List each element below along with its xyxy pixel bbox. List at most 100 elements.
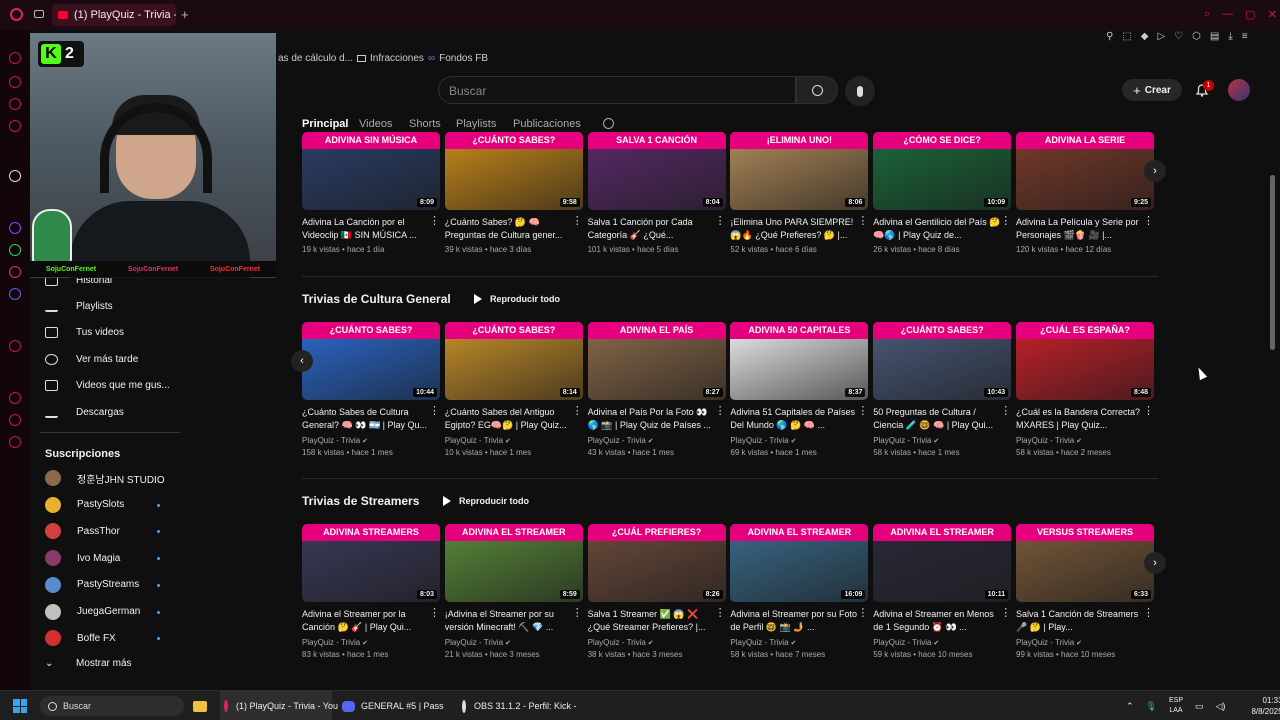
opera-logo-icon[interactable] [10, 8, 23, 21]
speed-dial-icon[interactable] [9, 52, 21, 64]
volume-icon[interactable]: ◁) [1216, 701, 1226, 712]
video-thumbnail[interactable]: ¿CUÁNTO SABES? 8:14 [444, 322, 583, 400]
video-title[interactable]: ¿Cuánto Sabes del Antiguo Egipto? EG🧠🤔 |… [445, 406, 583, 432]
create-button[interactable]: + Crear [1122, 79, 1182, 101]
more-actions-icon[interactable]: ⋮ [429, 404, 440, 417]
sidebar-subscription[interactable]: PastySlots [45, 496, 124, 513]
video-card[interactable]: ADIVINA EL STREAMER 8:59 ¡Adivina el Strea… [444, 524, 583, 659]
video-title[interactable]: Salva 1 Streamer ✅ 😱 ❌ ¿Qué Streamer Pre… [588, 608, 726, 634]
channel-name[interactable]: PlayQuiz - Trivia ✔ [445, 638, 583, 647]
minimize-icon[interactable]: — [1222, 8, 1233, 21]
video-title[interactable]: ¿Cuál es la Bandera Correcta? MXARES | P… [1016, 406, 1154, 432]
play-all-button-streamers[interactable]: Reproducir todo [443, 496, 529, 506]
clock-icon[interactable] [9, 392, 21, 404]
video-thumbnail[interactable]: VERSUS STREAMERS 6:33 [1016, 524, 1154, 602]
channel-name[interactable]: PlayQuiz - Trivia ✔ [873, 436, 1011, 445]
video-thumbnail[interactable]: ¿CUÁNTO SABES? 10:44 [302, 322, 440, 400]
mail-icon[interactable] [9, 120, 21, 132]
video-card[interactable]: SALVA 1 CANCIÓN 8:04 Salva 1 Canción por C… [587, 132, 726, 254]
taskbar-app-discord[interactable]: GENERAL #5 | Pass [342, 691, 454, 720]
channel-name[interactable]: PlayQuiz - Trivia ✔ [873, 638, 1011, 647]
video-thumbnail[interactable]: ADIVINA EL STREAMER 16:09 [730, 524, 869, 602]
video-thumbnail[interactable]: ADIVINA SIN MÚSICA 8:09 [302, 132, 440, 210]
heart-icon[interactable]: ♡ [1174, 31, 1183, 42]
shelf-prev-button[interactable]: ‹ [291, 350, 313, 372]
video-thumbnail[interactable]: SALVA 1 CANCIÓN 8:04 [587, 132, 726, 210]
more-actions-icon[interactable]: ⋮ [1000, 606, 1011, 619]
play-all-button-cultura[interactable]: Reproducir todo [474, 294, 560, 304]
video-card[interactable]: ADIVINA EL PAÍS 8:27 Adivina el País Por l… [587, 322, 726, 457]
video-thumbnail[interactable]: ADIVINA EL PAÍS 8:27 [587, 322, 726, 400]
network-icon[interactable]: ▭ [1195, 701, 1204, 712]
video-card[interactable]: VERSUS STREAMERS 6:33 Salva 1 Canción de S… [1016, 524, 1154, 659]
video-title[interactable]: Adivina el Streamer en Menos de 1 Segund… [873, 608, 1011, 634]
video-title[interactable]: Adivina el Gentilicio del País 🤔🧠🌎 | Pla… [873, 216, 1011, 242]
video-title[interactable]: ¡Elimina Uno PARA SIEMPRE! 😱🔥 ¿Qué Prefi… [730, 216, 868, 242]
video-title[interactable]: Adivina La Canción por el Videoclip 🇲🇽 S… [302, 216, 440, 242]
more-actions-icon[interactable]: ⋮ [572, 214, 583, 227]
more-actions-icon[interactable]: ⋮ [857, 214, 868, 227]
more-actions-icon[interactable]: ⋮ [429, 214, 440, 227]
taskbar-search[interactable]: Buscar [40, 696, 184, 716]
video-title[interactable]: Adivina el Streamer por su Foto de Perfi… [730, 608, 868, 634]
video-title[interactable]: Adivina 51 Capitales de Países Del Mundo… [730, 406, 868, 432]
video-thumbnail[interactable]: ¡ELIMINA UNO! 8:06 [730, 132, 869, 210]
video-thumbnail[interactable]: ¿CUÁNTO SABES? 10:43 [873, 322, 1012, 400]
cube-icon[interactable]: ⬡ [1192, 31, 1201, 42]
more-actions-icon[interactable]: ⋮ [857, 404, 868, 417]
video-card[interactable]: ADIVINA STREAMERS 8:03 Adivina el Streamer… [302, 524, 440, 659]
video-thumbnail[interactable]: ADIVINA LA SERIE 9:25 [1016, 132, 1154, 210]
video-card[interactable]: ¿CUÁNTO SABES? 10:44 ¿Cuánto Sabes de Cult… [302, 322, 440, 457]
sidebar-subscription[interactable]: PastyStreams [45, 576, 139, 593]
chevron-up-icon[interactable]: ⌃ [1126, 701, 1134, 712]
channel-name[interactable]: PlayQuiz - Trivia ✔ [1016, 638, 1154, 647]
history-icon[interactable] [9, 340, 21, 352]
more-actions-icon[interactable]: ⋮ [715, 606, 726, 619]
more-actions-icon[interactable]: ⋮ [572, 606, 583, 619]
more-actions-icon[interactable]: ⋮ [715, 214, 726, 227]
sidebar-subscription[interactable]: PassThor [45, 523, 120, 540]
sidebar-subscription[interactable]: JuegaGerman [45, 603, 140, 620]
more-actions-icon[interactable]: ⋮ [1143, 214, 1154, 227]
video-card[interactable]: ¿CÓMO SE DICE? 10:09 Adivina el Gentilicio… [873, 132, 1012, 254]
more-actions-icon[interactable]: ⋮ [572, 404, 583, 417]
more-actions-icon[interactable]: ⋮ [429, 606, 440, 619]
clock[interactable]: 01:33 8/8/2025 [1251, 695, 1280, 717]
show-more-button[interactable]: ⌄ Mostrar más [45, 658, 132, 669]
sidebar-subscription[interactable]: Boffe FX [45, 630, 116, 647]
snapshot-icon[interactable]: ⬚ [1122, 31, 1131, 42]
active-tab[interactable]: (1) PlayQuiz - Trivia - YouT [52, 4, 176, 26]
video-card[interactable]: ¿CUÁL ES ESPAÑA? 8:48 ¿Cuál es la Bandera … [1016, 322, 1154, 457]
tab-playlists[interactable]: Playlists [456, 118, 496, 130]
messenger-icon[interactable] [9, 98, 21, 110]
more-actions-icon[interactable]: ⋮ [715, 404, 726, 417]
tab-publicaciones[interactable]: Publicaciones [513, 118, 581, 130]
download-icon[interactable]: ⤓ [1228, 31, 1232, 42]
video-card[interactable]: ADIVINA EL STREAMER 10:11 Adivina el Strea… [873, 524, 1012, 659]
video-thumbnail[interactable]: ¿CUÁL PREFIERES? 8:26 [587, 524, 726, 602]
tiktok-icon[interactable] [9, 170, 21, 182]
video-thumbnail[interactable]: ¿CUÁL ES ESPAÑA? 8:48 [1016, 322, 1154, 400]
more-actions-icon[interactable]: ⋮ [1143, 606, 1154, 619]
bookmark-item[interactable]: as de cálculo d... [278, 53, 353, 64]
ai-icon[interactable] [9, 76, 21, 88]
tab-shorts[interactable]: Shorts [409, 118, 441, 130]
instagram-icon[interactable] [9, 266, 21, 278]
video-title[interactable]: ¡Adivina el Streamer por su versión Mine… [445, 608, 583, 634]
cube-icon[interactable] [9, 414, 21, 426]
close-icon[interactable]: ✕ [1268, 8, 1277, 21]
video-thumbnail[interactable]: ADIVINA EL STREAMER 10:11 [873, 524, 1012, 602]
sidebar-item-liked[interactable]: Videos que me gus... [45, 380, 170, 391]
sidebar-item-your-videos[interactable]: Tus videos [45, 327, 124, 338]
file-explorer-icon[interactable] [193, 691, 207, 720]
channel-name[interactable]: PlayQuiz - Trivia ✔ [588, 638, 726, 647]
microphone-icon[interactable]: 🎙 [1146, 701, 1157, 712]
sidebar-subscription[interactable]: 정훈남JHN STUDIO [45, 470, 165, 486]
voice-search-button[interactable] [845, 76, 875, 106]
search-tabs-icon[interactable]: ⌕ [1204, 8, 1210, 21]
video-title[interactable]: Adivina La Película y Serie por Personaj… [1016, 216, 1154, 242]
video-card[interactable]: ADIVINA 50 CAPITALES 8:37 Adivina 51 Capit… [730, 322, 869, 457]
channel-name[interactable]: PlayQuiz - Trivia ✔ [588, 436, 726, 445]
video-thumbnail[interactable]: ADIVINA 50 CAPITALES 8:37 [730, 322, 869, 400]
channel-name[interactable]: PlayQuiz - Trivia ✔ [445, 436, 583, 445]
